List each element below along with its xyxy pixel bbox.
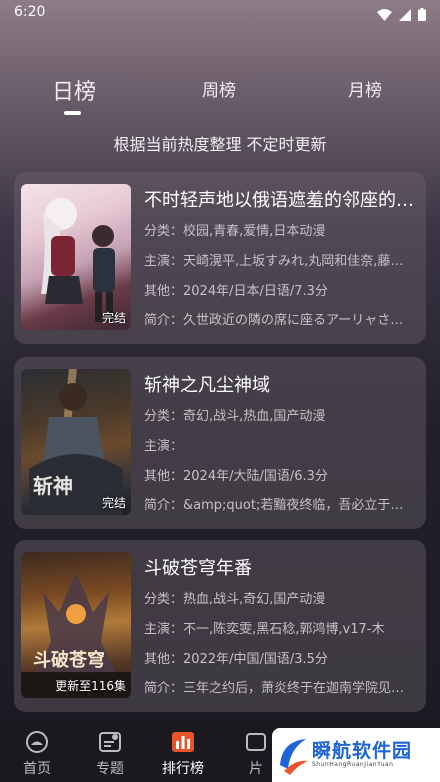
- tab-weekly[interactable]: 周榜: [202, 76, 236, 101]
- status-badge: 完结: [101, 496, 126, 510]
- status-badge: 完结: [101, 311, 126, 325]
- battery-icon: [418, 6, 426, 25]
- nav-item-home[interactable]: 首页: [7, 722, 67, 782]
- item-intro: 简介：&amp;quot;若黯夜终临，吾必立于万万人前: [144, 498, 416, 513]
- item-cast: 主演：不一,陈奕雯,黑石稔,郭鸿博,v17-木: [144, 622, 385, 637]
- status-icons: [377, 6, 426, 25]
- nav-item-ranking[interactable]: 排行榜: [153, 722, 213, 782]
- watermark-subtext: ShunHangRuanJianYuan: [312, 761, 394, 768]
- nav-label: 排行榜: [162, 761, 204, 777]
- item-title: 斗破苍穹年番: [144, 558, 252, 579]
- cover-image: 完结: [21, 184, 131, 330]
- status-bar: 6:20: [0, 0, 440, 26]
- item-other: 其他：2024年/大陆/国语/6.3分: [144, 469, 328, 484]
- item-intro: 简介：三年之约后，萧炎终于在迦南学院见到了: [144, 681, 416, 696]
- tab-indicator: [64, 111, 81, 115]
- svg-text:斗破苍穹: 斗破苍穹: [33, 649, 105, 671]
- item-other: 其他：2022年/中国/国语/3.5分: [144, 652, 328, 667]
- cover-image: 斩神 完结: [21, 369, 131, 515]
- nav-label: 首页: [23, 761, 51, 777]
- item-title: 斩神之凡尘神域: [144, 375, 270, 396]
- status-time: 6:20: [14, 4, 46, 20]
- item-category: 分类：校园,青春,爱情,日本动漫: [144, 224, 326, 239]
- svg-text:斩神: 斩神: [33, 474, 73, 498]
- tab-daily[interactable]: 日榜: [52, 74, 96, 106]
- item-category: 分类：奇幻,战斗,热血,国产动漫: [144, 409, 326, 424]
- watermark-icon: [280, 739, 308, 775]
- ranking-item-1[interactable]: 完结 不时轻声地以俄语遮羞的邻座的艾莉同学 分类：校园,青春,爱情,日本动漫 主…: [14, 172, 426, 344]
- cellular-signal-icon: [399, 6, 411, 25]
- ranking-tabs: 日榜 周榜 月榜: [0, 76, 440, 116]
- home-icon: [25, 730, 49, 754]
- item-cast: 主演：: [144, 439, 184, 454]
- nav-item-topic[interactable]: 专题: [80, 722, 140, 782]
- item-title: 不时轻声地以俄语遮羞的邻座的艾莉同学: [144, 190, 416, 211]
- item-category: 分类：热血,战斗,奇幻,国产动漫: [144, 592, 326, 607]
- tab-monthly[interactable]: 月榜: [348, 76, 382, 101]
- topic-icon: [98, 730, 122, 754]
- ranking-item-3[interactable]: 斗破苍穹 更新至116集 斗破苍穹年番 分类：热血,战斗,奇幻,国产动漫 主演：…: [14, 540, 426, 712]
- ranking-icon: [171, 730, 195, 754]
- film-icon: [244, 730, 268, 754]
- nav-label: 专题: [96, 761, 124, 777]
- ranking-item-2[interactable]: 斩神 完结 斩神之凡尘神域 分类：奇幻,战斗,热血,国产动漫 主演： 其他：20…: [14, 357, 426, 529]
- item-intro: 简介：久世政近の隣の席に座るアーリャさんは: [144, 313, 416, 328]
- ranking-subtitle: 根据当前热度整理 不定时更新: [113, 135, 327, 154]
- item-other: 其他：2024年/日本/日语/7.3分: [144, 284, 328, 299]
- wifi-icon: [377, 6, 392, 25]
- cover-image: 斗破苍穹 更新至116集: [21, 552, 131, 698]
- item-cast: 主演：天崎滉平,上坂すみれ,丸岡和佳奈,藤井ゆきよ: [144, 254, 416, 269]
- watermark-text: 瞬航软件园: [312, 740, 413, 762]
- status-badge: 更新至116集: [55, 679, 126, 693]
- watermark-logo: 瞬航软件园 ShunHangRuanJianYuan: [272, 728, 440, 782]
